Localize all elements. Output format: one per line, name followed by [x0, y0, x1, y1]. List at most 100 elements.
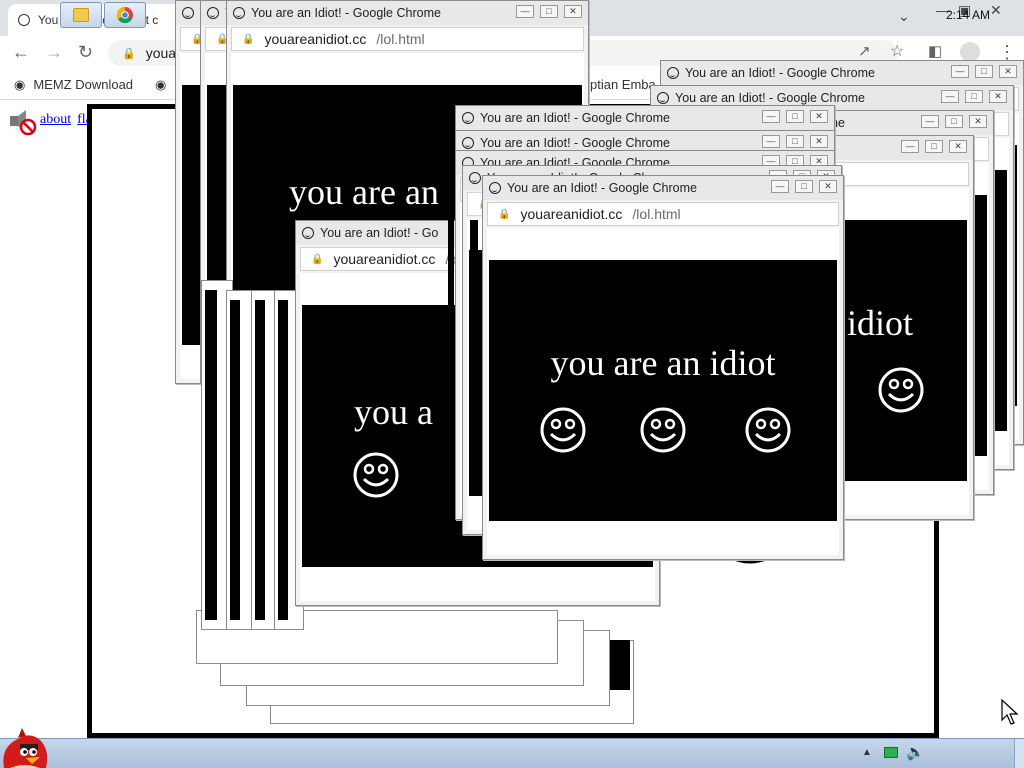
back-arrow-icon[interactable]: ← — [12, 43, 30, 61]
popup-screen-fragment — [230, 300, 240, 620]
smiley-icon — [353, 452, 399, 498]
idiot-message: you are an idiot — [550, 343, 776, 383]
popup-title: You are an Idiot! - Google Chrome — [480, 111, 670, 125]
restore-button[interactable]: □ — [965, 90, 983, 103]
share-icon[interactable]: ↗ — [858, 43, 871, 61]
popup-url-path: /lol.html — [632, 206, 681, 222]
start-button[interactable] — [0, 728, 50, 768]
star-icon[interactable]: ☆ — [890, 43, 904, 61]
smiley-icon — [878, 367, 924, 413]
chrome-icon — [116, 6, 133, 24]
minimize-button[interactable]: — — [901, 140, 919, 153]
speaker-muted-icon — [8, 108, 37, 136]
restore-button[interactable]: □ — [786, 110, 804, 123]
smiley-favicon-icon — [207, 7, 219, 19]
mouse-cursor-icon — [1001, 698, 1019, 725]
smiley-face — [539, 406, 587, 454]
smiley-favicon-icon — [462, 112, 474, 124]
close-button[interactable]: ✕ — [990, 2, 1002, 19]
forward-arrow-icon[interactable]: → — [45, 43, 63, 61]
smiley-face — [744, 406, 792, 454]
smiley-face — [877, 366, 925, 414]
idiot-message: idiot — [847, 303, 914, 343]
bookmark-memz[interactable]: MEMZ Download — [33, 77, 133, 92]
restore-button[interactable]: □ — [925, 140, 943, 153]
close-button[interactable]: ✕ — [989, 90, 1007, 103]
restore-button[interactable]: □ — [540, 5, 558, 18]
popup-screen-fragment — [448, 220, 454, 470]
smiley-favicon-icon — [233, 7, 245, 19]
popup-page: you are an idiot — [487, 228, 839, 555]
minimize-button[interactable]: — — [771, 180, 789, 193]
menu-dots-icon[interactable]: ⋮ — [998, 43, 1016, 61]
omnibox-url: youa — [145, 45, 177, 61]
popup-title: You are an Idiot! - Google Chrome — [675, 91, 865, 105]
lock-icon: 🔒 — [498, 208, 511, 220]
smiley-face — [352, 451, 400, 499]
globe-icon: ◉ — [155, 76, 167, 92]
angry-bird-icon — [3, 728, 48, 768]
taskbar-explorer-button[interactable] — [60, 2, 102, 28]
folder-icon — [73, 8, 89, 22]
smiley-favicon-icon — [182, 7, 194, 19]
smiley-favicon-icon — [302, 227, 314, 239]
minimize-button[interactable]: — — [941, 90, 959, 103]
smiley-favicon-icon — [657, 92, 669, 104]
tab-favicon-smiley-icon — [18, 14, 30, 26]
close-button[interactable]: ✕ — [819, 180, 837, 193]
smiley-favicon-icon — [667, 67, 679, 79]
popup-title: You are an Idiot! - Google Chrome — [507, 181, 697, 195]
restore-button[interactable]: □ — [975, 65, 993, 78]
profile-icon[interactable] — [960, 42, 980, 62]
taskbar-clock[interactable]: 2:14 AM — [946, 8, 990, 22]
restore-button[interactable]: □ — [786, 135, 804, 148]
smiley-icon — [640, 407, 686, 453]
show-desktop-button[interactable] — [1014, 739, 1024, 768]
close-button[interactable]: ✕ — [999, 65, 1017, 78]
volume-icon[interactable]: 🔈 — [906, 743, 925, 761]
smiley-face — [639, 406, 687, 454]
popup-url-path: /lol.html — [376, 31, 425, 47]
smiley-icon — [540, 407, 586, 453]
smiley-favicon-icon — [469, 172, 481, 184]
close-button[interactable]: ✕ — [810, 135, 828, 148]
smiley-favicon-icon — [462, 137, 474, 149]
side-panel-icon[interactable]: ◧ — [928, 43, 942, 61]
about-link[interactable]: about — [40, 112, 71, 128]
close-button[interactable]: ✕ — [949, 140, 967, 153]
lock-icon: 🔒 — [122, 47, 136, 60]
popup-address-bar[interactable]: 🔒 youareanidiot.cc/lol.html — [231, 27, 584, 51]
popup-url-host: youareanidiot.cc — [264, 31, 367, 47]
popup-title: You are an Idiot! - Google Chrome — [480, 136, 670, 150]
popup-screen-fragment — [278, 300, 288, 620]
popup-title: You are an Idiot! - Google Chrome — [685, 66, 875, 80]
close-button[interactable]: ✕ — [564, 5, 582, 18]
restore-button[interactable]: □ — [795, 180, 813, 193]
popup-screen-fragment — [255, 300, 265, 620]
restore-button[interactable]: □ — [945, 115, 963, 128]
minimize-button[interactable]: — — [516, 5, 534, 18]
popup-screen-fragment — [470, 220, 478, 480]
bookmark-partial[interactable]: ptian Emba — [590, 77, 656, 92]
popup-title: You are an Idiot! - Google Chrome — [251, 6, 441, 20]
globe-icon: ◉ — [14, 76, 26, 92]
taskbar-chrome-button[interactable] — [104, 2, 146, 28]
smiley-icon — [745, 407, 791, 453]
minimize-button[interactable]: — — [762, 110, 780, 123]
lock-icon: 🔒 — [242, 33, 255, 45]
popup-title: You are an Idiot! - Go — [320, 226, 439, 240]
network-icon[interactable] — [884, 747, 898, 758]
popup-screen-fragment — [205, 290, 217, 620]
close-button[interactable]: ✕ — [969, 115, 987, 128]
reload-icon[interactable]: ↻ — [78, 43, 93, 61]
minimize-button[interactable]: — — [762, 135, 780, 148]
minimize-button[interactable]: — — [951, 65, 969, 78]
popup-address-bar[interactable]: 🔒 youareanidiot.cc/lol.html — [487, 202, 839, 226]
minimize-button[interactable]: — — [921, 115, 939, 128]
tray-show-hidden-icon[interactable]: ▲ — [862, 747, 872, 758]
close-button[interactable]: ✕ — [810, 110, 828, 123]
tab-search-chevron-icon[interactable]: ⌄ — [898, 8, 910, 25]
lock-icon: 🔒 — [311, 253, 324, 265]
popup-url-host: youareanidiot.cc — [333, 251, 436, 267]
popup-window[interactable]: You are an Idiot! - Google Chrome — □ ✕ 🔒 you… — [482, 175, 844, 560]
